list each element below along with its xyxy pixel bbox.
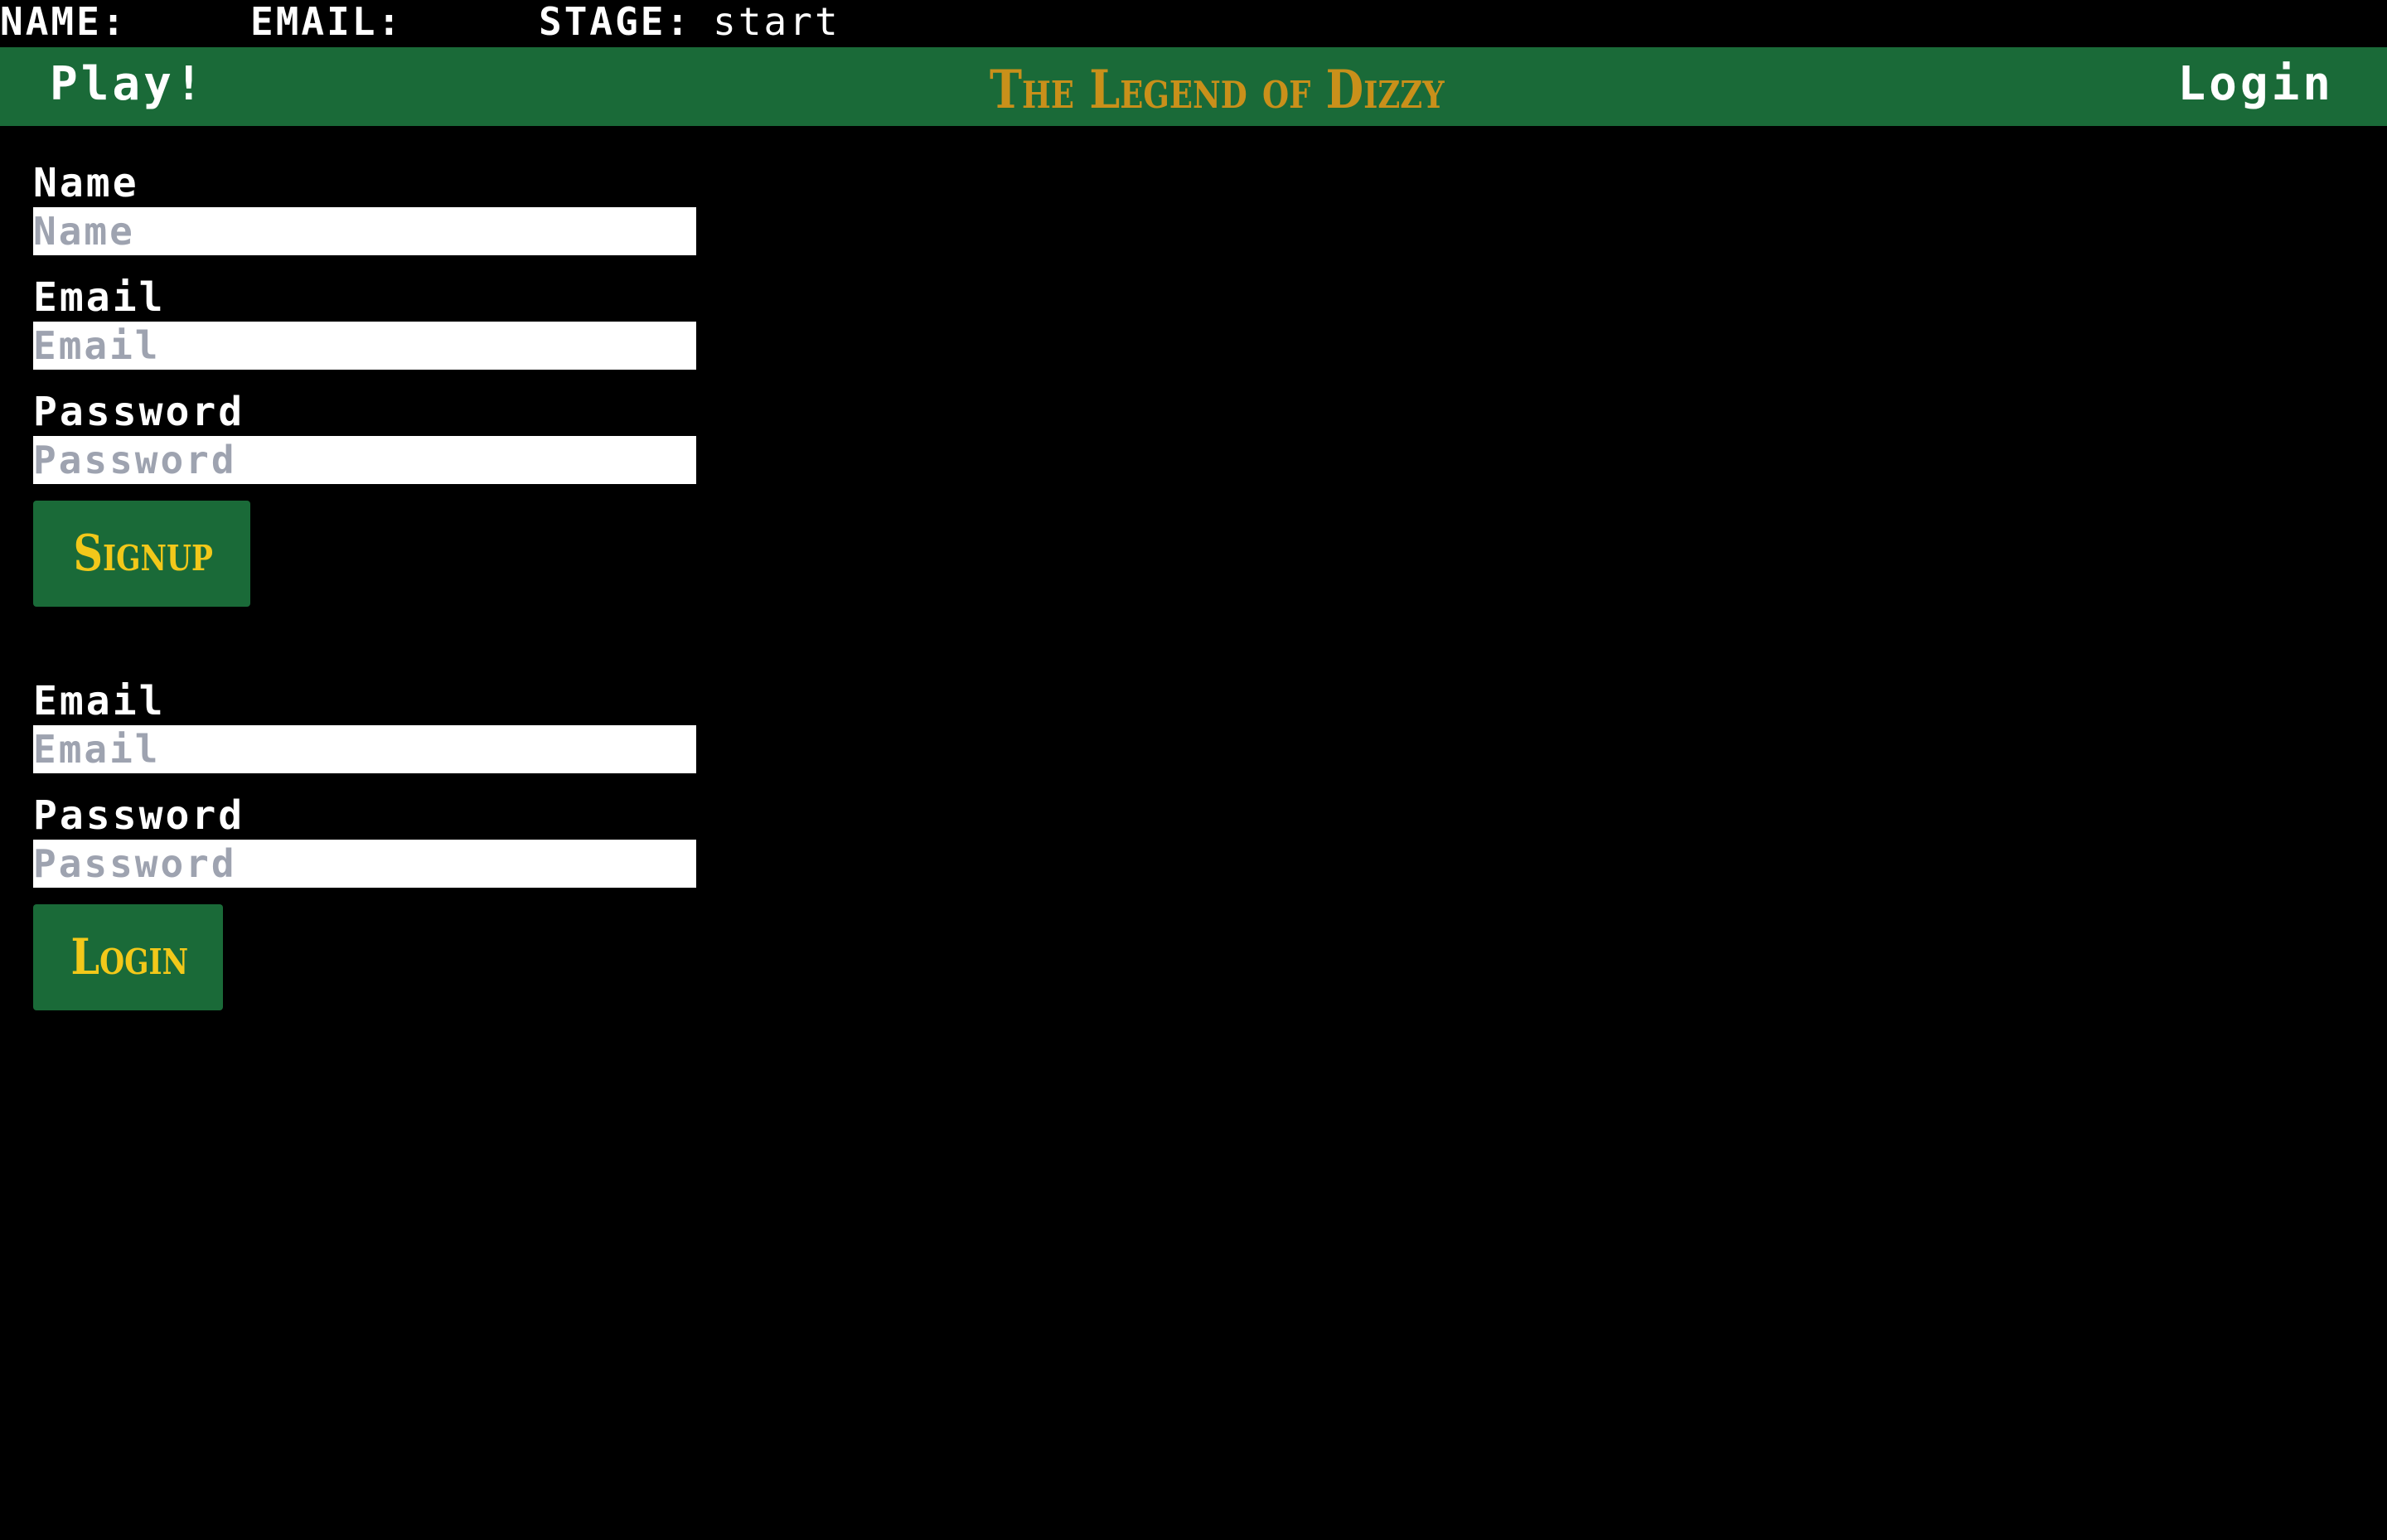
login-password-input[interactable] bbox=[33, 840, 696, 888]
status-stage-label: STAGE: bbox=[539, 0, 692, 44]
status-email-label: EMAIL: bbox=[250, 0, 404, 44]
signup-email-input[interactable] bbox=[33, 322, 696, 370]
login-button[interactable]: Login bbox=[33, 904, 223, 1010]
status-name-label: NAME: bbox=[0, 0, 128, 44]
status-stage-value: start bbox=[713, 0, 840, 44]
status-stage: STAGE: start bbox=[539, 0, 840, 43]
login-link[interactable]: Login bbox=[2177, 56, 2334, 114]
login-form: Email Password Login bbox=[33, 676, 696, 1010]
status-bar: NAME: EMAIL: STAGE: start bbox=[0, 0, 2387, 47]
signup-password-input[interactable] bbox=[33, 436, 696, 484]
signup-email-label: Email bbox=[33, 274, 166, 321]
status-name: NAME: bbox=[0, 0, 127, 43]
navbar: Play! The Legend of Dizzy Login bbox=[0, 47, 2387, 126]
site-title: The Legend of Dizzy bbox=[990, 59, 1445, 121]
play-link[interactable]: Play! bbox=[50, 56, 206, 114]
signup-name-input[interactable] bbox=[33, 207, 696, 255]
login-password-label: Password bbox=[33, 792, 245, 839]
login-button-label: Login bbox=[70, 928, 189, 986]
signup-name-label: Name bbox=[33, 160, 139, 206]
login-email-input[interactable] bbox=[33, 725, 696, 773]
signup-form: Name Email Password Signup bbox=[33, 157, 696, 607]
status-email: EMAIL: bbox=[250, 0, 403, 43]
signup-password-label: Password bbox=[33, 389, 245, 435]
login-email-label: Email bbox=[33, 678, 166, 724]
signup-button-label: Signup bbox=[73, 525, 213, 583]
signup-button[interactable]: Signup bbox=[33, 501, 250, 607]
